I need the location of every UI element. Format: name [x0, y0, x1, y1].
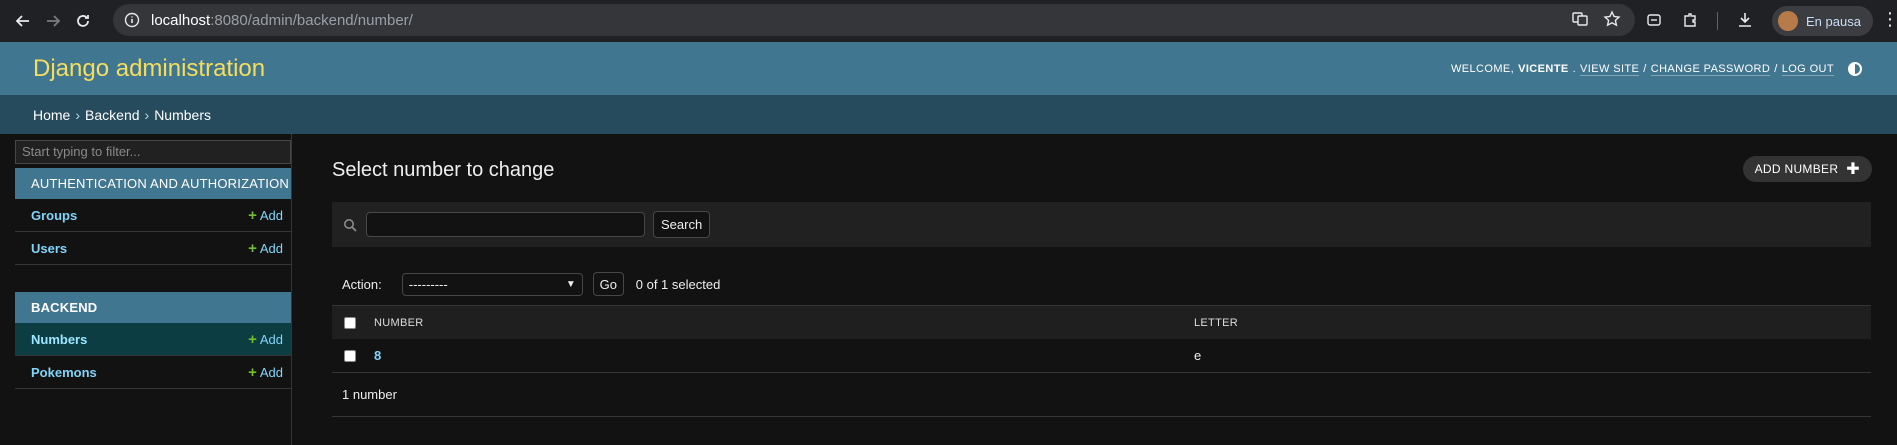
search-button[interactable]: Search [653, 211, 711, 238]
site-info-icon[interactable] [123, 11, 141, 29]
site-header: Django administration WELCOME, VICENTE. … [0, 42, 1897, 95]
sidebar-item-numbers: Numbers + Add [15, 323, 291, 356]
sidebar-item-pokemons: Pokemons + Add [15, 356, 291, 389]
search-input[interactable] [366, 212, 645, 237]
plus-icon: + [248, 330, 257, 348]
module-backend: BACKEND Numbers + Add Pokemons + Add [15, 292, 291, 389]
add-label: Add [259, 331, 283, 347]
number-link[interactable]: 8 [374, 348, 382, 363]
welcome-text: WELCOME, [1451, 63, 1515, 75]
module-caption-backend[interactable]: BACKEND [15, 292, 291, 323]
selection-counter: 0 of 1 selected [635, 276, 721, 292]
back-arrow-icon[interactable] [8, 6, 38, 36]
plus-icon: ✚ [1846, 160, 1860, 178]
browser-toolbar: localhost:8080/admin/backend/number/ En … [0, 0, 1897, 42]
sidebar-item-label[interactable]: Groups [31, 208, 77, 223]
select-all-checkbox[interactable] [344, 316, 356, 329]
breadcrumb-separator: › [144, 106, 150, 123]
username: VICENTE [1518, 63, 1569, 75]
sidebar-item-label[interactable]: Pokemons [31, 365, 97, 380]
plus-icon: + [248, 206, 257, 224]
address-bar[interactable]: localhost:8080/admin/backend/number/ [113, 4, 1635, 36]
add-number-button[interactable]: ADD NUMBER ✚ [1742, 156, 1872, 182]
letter-cell: e [1194, 348, 1202, 363]
result-list: NUMBER LETTER 8 e 1 number [332, 305, 1871, 417]
tab-search-icon[interactable] [1645, 11, 1663, 32]
add-group-link[interactable]: + Add [248, 208, 283, 223]
add-label: Add [259, 240, 283, 256]
user-tools: WELCOME, VICENTE. VIEW SITE / CHANGE PAS… [1451, 62, 1862, 76]
bookmark-star-icon[interactable] [1603, 10, 1621, 31]
add-label: Add [259, 364, 283, 380]
table-header: NUMBER LETTER [332, 305, 1871, 339]
profile-button[interactable]: En pausa [1772, 6, 1873, 36]
column-header-number[interactable]: NUMBER [368, 317, 1184, 329]
extensions-icon[interactable] [1681, 11, 1699, 32]
row-checkbox[interactable] [344, 349, 356, 362]
actions-bar: Action: --------- ▼ Go 0 of 1 selected [332, 271, 1871, 297]
breadcrumb: Home › Backend › Numbers [0, 95, 1897, 134]
add-number-link[interactable]: + Add [248, 332, 283, 347]
action-select[interactable]: --------- ▼ [401, 272, 583, 296]
breadcrumb-current: Numbers [154, 106, 211, 123]
url-path: :8080/admin/backend/number/ [210, 11, 413, 29]
plus-icon: + [248, 239, 257, 257]
download-icon[interactable] [1736, 11, 1754, 32]
sidebar-item-groups: Groups + Add [15, 199, 291, 232]
sidebar-item-label[interactable]: Numbers [31, 332, 87, 347]
sidebar-item-users: Users + Add [15, 232, 291, 265]
chevron-down-icon: ▼ [565, 278, 576, 290]
change-password-link[interactable]: CHANGE PASSWORD [1650, 63, 1771, 76]
theme-toggle-icon[interactable] [1848, 62, 1862, 76]
forward-arrow-icon[interactable] [38, 6, 68, 36]
add-label: Add [259, 207, 283, 223]
search-icon [342, 217, 358, 233]
action-label: Action: [342, 276, 382, 292]
reload-icon[interactable] [68, 6, 98, 36]
module-auth: AUTHENTICATION AND AUTHORIZATION Groups … [15, 168, 291, 265]
url-text: localhost:8080/admin/backend/number/ [151, 12, 413, 29]
go-button[interactable]: Go [592, 272, 624, 296]
toolbar-divider [1717, 12, 1718, 30]
content-main: Select number to change ADD NUMBER ✚ Sea… [292, 134, 1897, 445]
add-user-link[interactable]: + Add [248, 241, 283, 256]
url-host: localhost [151, 11, 211, 29]
nav-filter-input[interactable]: Start typing to filter... [15, 140, 291, 164]
plus-icon: + [248, 363, 257, 381]
table-row: 8 e [332, 339, 1871, 373]
column-header-letter[interactable]: LETTER [1184, 317, 1238, 329]
separator: / [1643, 63, 1647, 75]
page-title: Select number to change [332, 159, 555, 181]
view-site-link[interactable]: VIEW SITE [1580, 63, 1640, 76]
paginator: 1 number [332, 373, 1871, 417]
breadcrumb-separator: › [75, 106, 81, 123]
nav-sidebar: Start typing to filter... AUTHENTICATION… [0, 134, 292, 445]
action-select-value: --------- [408, 276, 448, 292]
breadcrumb-home[interactable]: Home [33, 107, 70, 123]
profile-status: En pausa [1806, 13, 1861, 29]
profile-avatar [1778, 11, 1798, 31]
add-pokemon-link[interactable]: + Add [248, 365, 283, 380]
breadcrumb-app[interactable]: Backend [85, 107, 139, 123]
separator: / [1774, 63, 1778, 75]
browser-menu-icon[interactable]: ⋮ [1881, 10, 1897, 28]
site-branding[interactable]: Django administration [33, 55, 265, 83]
sidebar-item-label[interactable]: Users [31, 241, 67, 256]
search-toolbar: Search [332, 202, 1871, 247]
module-caption-auth[interactable]: AUTHENTICATION AND AUTHORIZATION [15, 168, 291, 199]
log-out-link[interactable]: LOG OUT [1781, 63, 1834, 76]
translate-icon[interactable] [1571, 10, 1589, 31]
add-number-label: ADD NUMBER [1754, 162, 1839, 176]
